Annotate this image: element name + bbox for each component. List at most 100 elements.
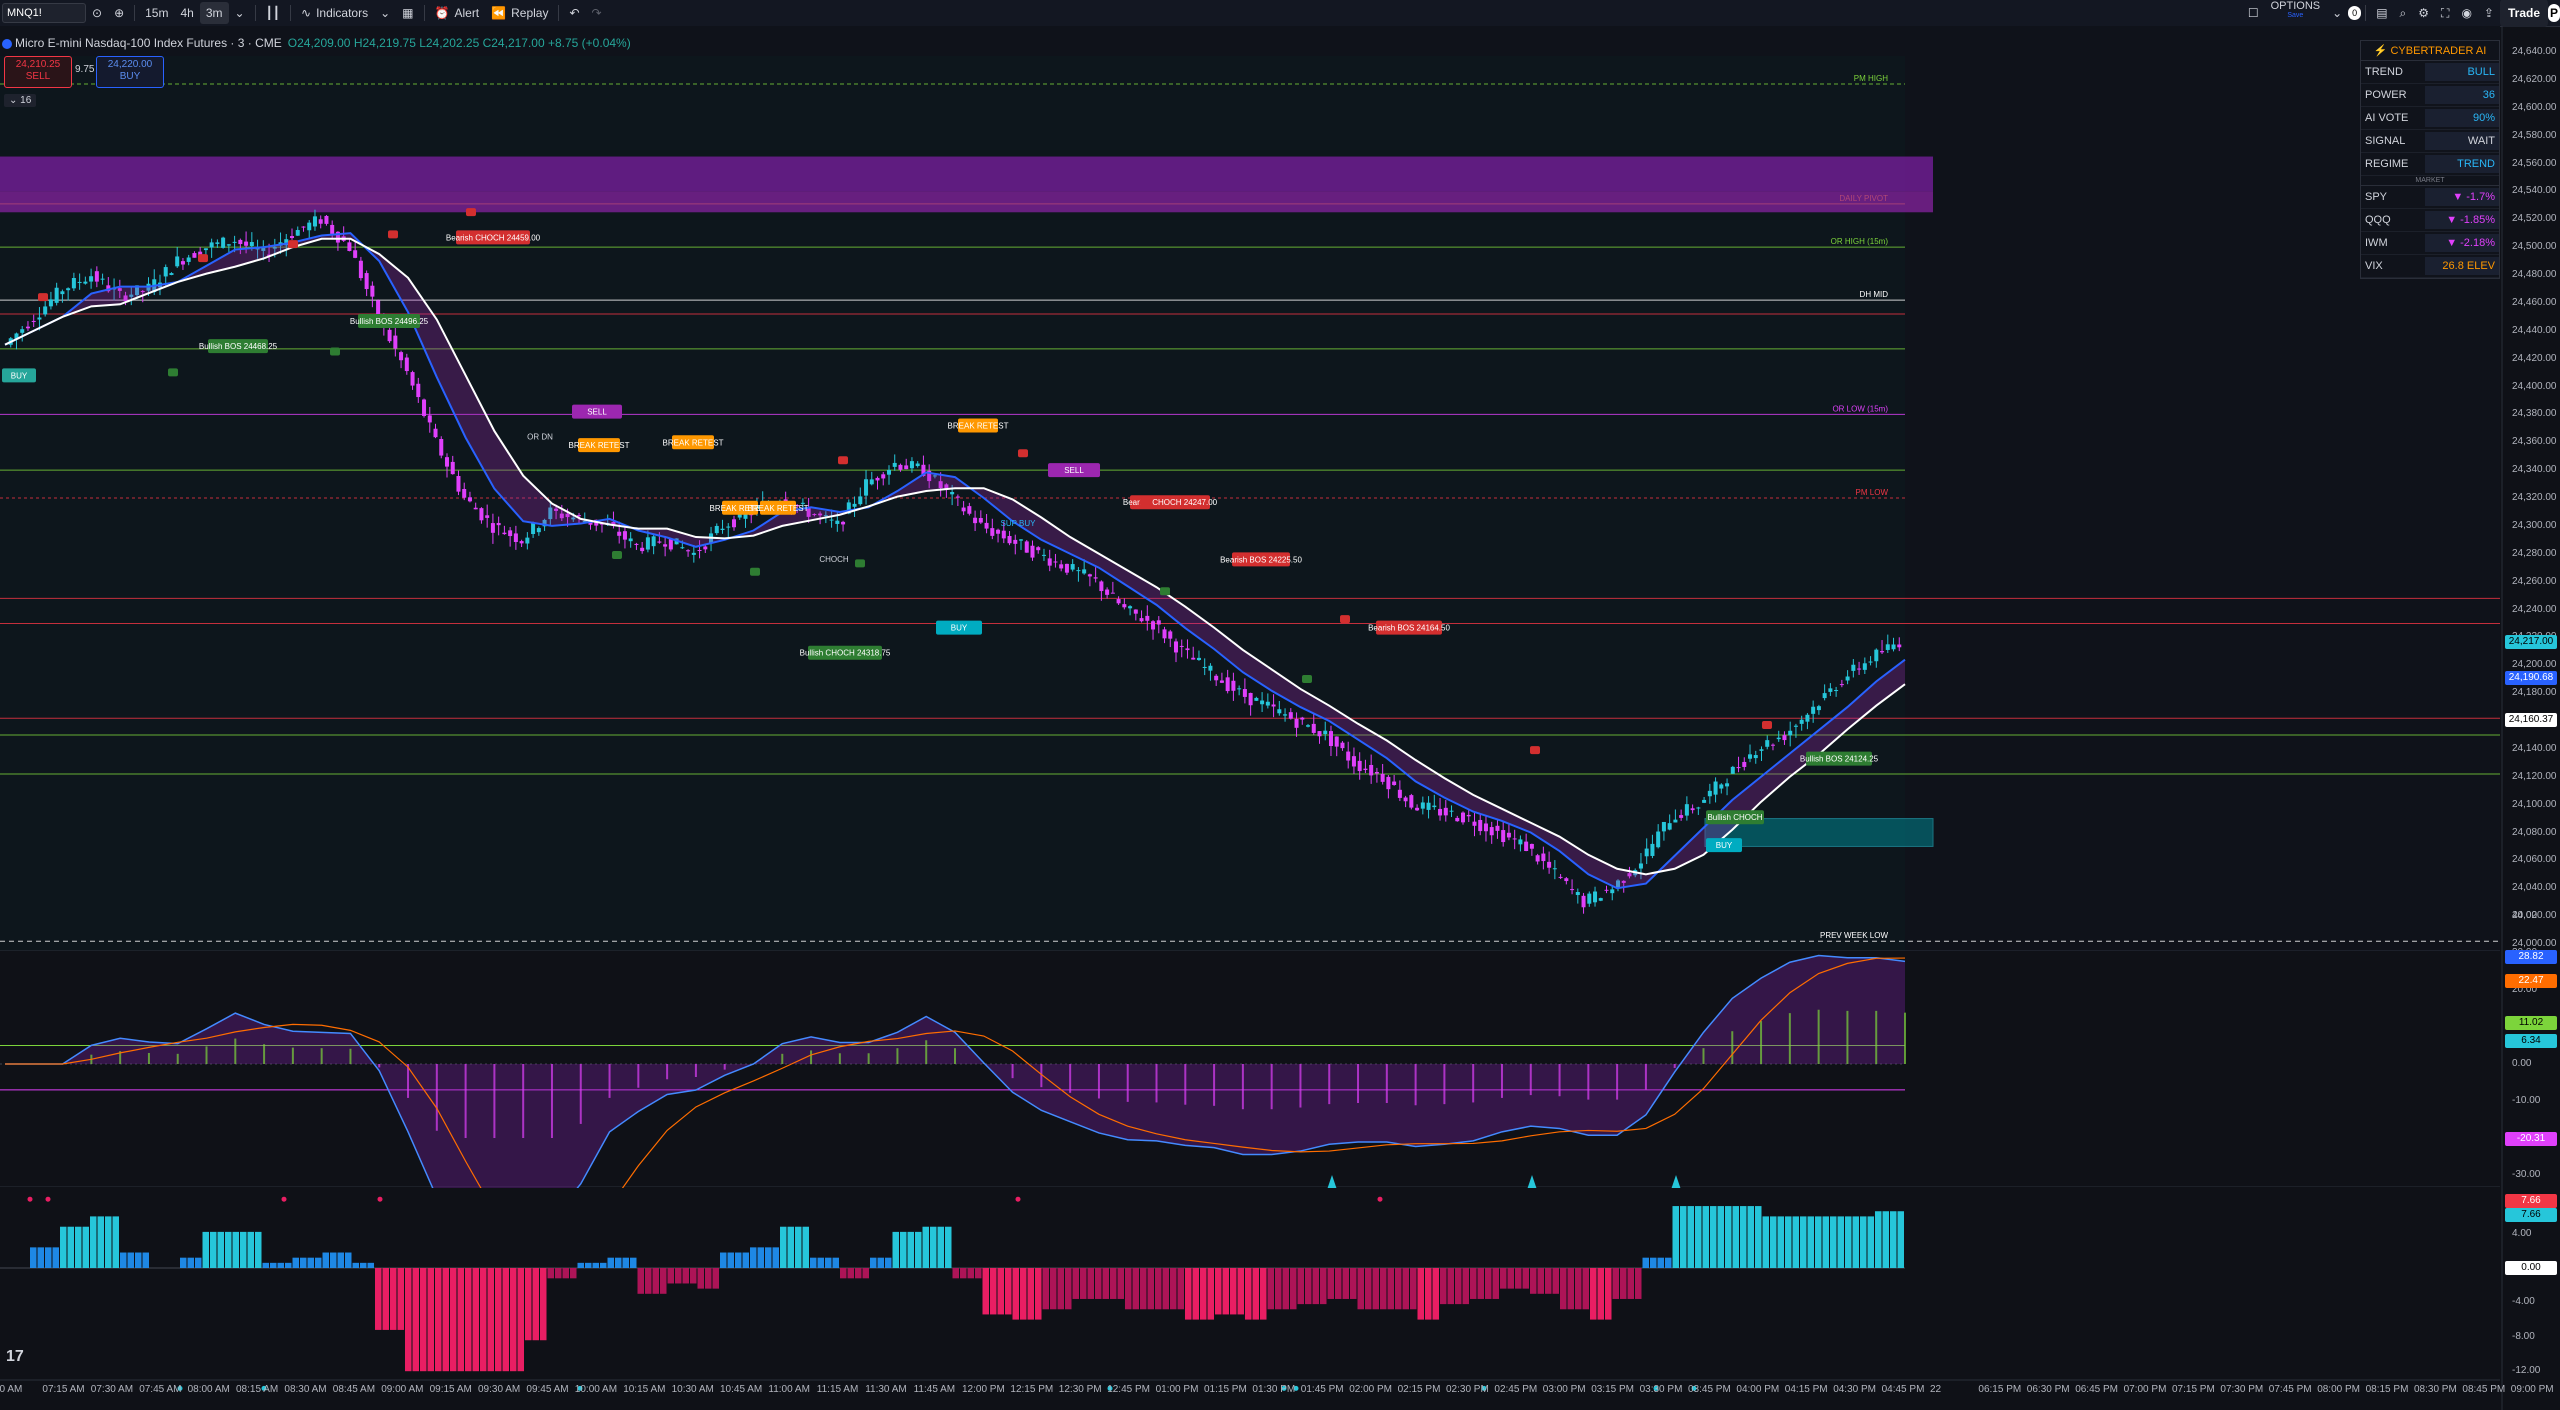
buy-label: BUY (119, 71, 141, 82)
gear-icon[interactable]: ⚙ (2412, 2, 2435, 24)
time-axis-label: 08:15 AM (236, 1384, 279, 1395)
bullish-bos-label-text: Bullish BOS 24468.25 (199, 342, 278, 351)
candle (1581, 895, 1586, 908)
histogram-bar (135, 1252, 142, 1268)
replay-button[interactable]: ⏪ Replay (485, 2, 554, 24)
buy-button[interactable]: 24,220.00 BUY (96, 56, 164, 88)
candle (1793, 725, 1798, 727)
interval-3m[interactable]: 3m (199, 2, 229, 24)
histogram-bar (75, 1226, 82, 1268)
histogram-bar (1387, 1268, 1394, 1310)
histogram-bar (540, 1268, 547, 1341)
price-axis-label: 24,340.00 (2512, 464, 2557, 476)
candle (1306, 725, 1311, 727)
publish-icon[interactable]: ⇪ (2478, 2, 2500, 24)
publish-avatar[interactable]: P (2548, 4, 2560, 22)
layout-icon[interactable]: ▤ (2370, 2, 2393, 24)
time-axis-label: 09:30 AM (478, 1384, 521, 1395)
swing-low-marker (1160, 587, 1170, 596)
histogram-bar (1222, 1268, 1229, 1315)
histogram-bar (1050, 1268, 1057, 1310)
histogram-bar (1702, 1206, 1709, 1268)
time-axis-label: 11:30 AM (865, 1384, 907, 1395)
compare-icon[interactable]: ⊙ (86, 2, 108, 24)
price-axis-label: 24,560.00 (2512, 157, 2557, 169)
fullscreen-icon[interactable]: ⛶ (2435, 2, 2455, 24)
candle (330, 224, 335, 234)
candle (1684, 804, 1689, 816)
histogram-bar (1785, 1216, 1792, 1268)
indicators-collapse-toggle[interactable]: ⌄ 16 (4, 94, 37, 107)
candle (94, 271, 99, 282)
histogram-bar (1470, 1268, 1477, 1299)
histogram-bar (1447, 1268, 1454, 1305)
chevron-down-icon[interactable]: ⌄ (2326, 2, 2348, 24)
sell-button[interactable]: 24,210.25 SELL (4, 56, 72, 88)
time-axis-label: 02:45 PM (1494, 1384, 1538, 1395)
add-symbol-icon[interactable]: ⊕ (108, 2, 130, 24)
candle (1713, 781, 1718, 795)
histogram-bar (592, 1262, 599, 1268)
histogram-bar (1830, 1216, 1837, 1268)
candle (1208, 665, 1213, 671)
histogram-bar (247, 1231, 254, 1268)
histogram-bar (1237, 1268, 1244, 1315)
histogram-bar (622, 1257, 629, 1268)
options-count-badge: 0 (2348, 6, 2362, 20)
histogram-bar (967, 1268, 974, 1279)
histogram-bar (1200, 1268, 1207, 1320)
histogram-bar (1140, 1268, 1147, 1310)
ma-price-tag: 24,190.68 (2505, 671, 2557, 686)
histogram-bar (465, 1268, 472, 1372)
time-axis-label: 07:15 AM (42, 1384, 85, 1395)
search-icon[interactable]: ⌕ (2394, 2, 2413, 24)
histogram-bar (960, 1268, 967, 1279)
histogram-bar (637, 1268, 644, 1294)
bar-style-icon[interactable]: ┃┃ (260, 2, 286, 24)
candle (1059, 564, 1064, 569)
candle (1369, 764, 1374, 776)
alert-button[interactable]: ⏰ Alert (429, 2, 486, 24)
candle (835, 520, 840, 524)
hist-dot-marker (377, 1196, 383, 1202)
candle (364, 273, 369, 290)
redo-icon[interactable]: ↷ (586, 2, 608, 24)
bearish-bos-label-text: Bearish BOS 24225.50 (1220, 555, 1302, 564)
chevron-down-icon[interactable]: ⌄ (374, 2, 396, 24)
chart-area[interactable]: PM HIGHDAILY PIVOTOR HIGH (15m)DH MIDOR … (0, 26, 2560, 1410)
candle (904, 465, 909, 470)
candle (886, 469, 891, 475)
candle (731, 519, 737, 528)
symbol-search-input[interactable]: MNQ1! (2, 3, 86, 23)
candle (1443, 807, 1448, 816)
histogram-bar (975, 1268, 982, 1279)
camera-icon[interactable]: ◉ (2455, 2, 2477, 24)
candle (1799, 719, 1804, 724)
chart-canvas[interactable]: PM HIGHDAILY PIVOTOR HIGH (15m)DH MIDOR … (0, 26, 2560, 1410)
price-axis-label: 24,460.00 (2512, 296, 2557, 308)
histogram-bar (427, 1268, 434, 1372)
candle (209, 242, 214, 248)
interval-15m[interactable]: 15m (139, 2, 174, 24)
candle (1547, 861, 1552, 868)
layout-grid-icon[interactable]: ▦ (396, 2, 419, 24)
market-separator: MARKET (2361, 176, 2499, 186)
candle (915, 463, 920, 467)
histogram-bar (1177, 1268, 1184, 1310)
checkbox-icon[interactable]: ☐ (2242, 2, 2265, 24)
indicators-button[interactable]: ∿ Indicators (295, 2, 374, 24)
time-axis-label: 08:45 PM (2462, 1384, 2506, 1395)
histogram-bar (855, 1268, 862, 1279)
undo-icon[interactable]: ↶ (563, 2, 585, 24)
trade-button[interactable]: Trade (2499, 0, 2548, 27)
histogram-bar (142, 1252, 149, 1268)
histogram-bar (1657, 1257, 1664, 1268)
osc-axis-label: -10.00 (2512, 1095, 2541, 1106)
chevron-down-icon[interactable]: ⌄ (229, 2, 251, 24)
histogram-bar (1755, 1206, 1762, 1268)
options-button[interactable]: OPTIONS Save (2265, 1, 2327, 24)
divider (558, 5, 560, 21)
candle (1570, 889, 1575, 891)
interval-4h[interactable]: 4h (174, 2, 199, 24)
ai-row-ai-vote: AI VOTE 90% (2361, 107, 2499, 130)
